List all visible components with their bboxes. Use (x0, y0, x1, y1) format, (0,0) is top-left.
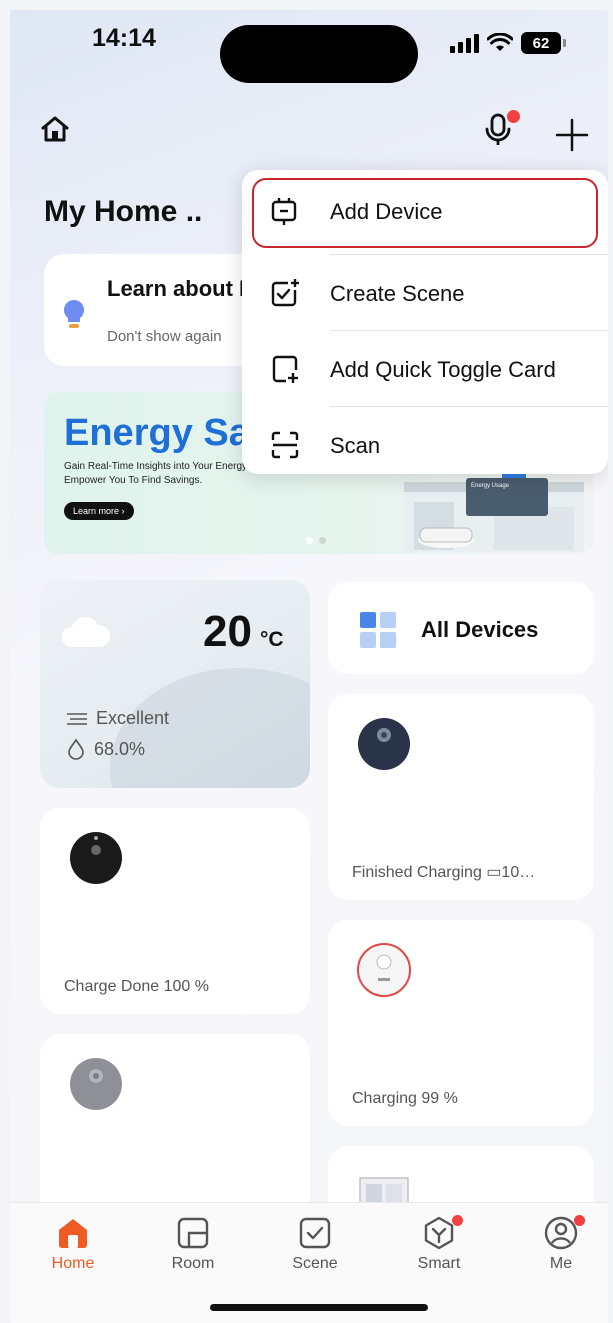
add-card-icon (272, 355, 298, 383)
tab-home[interactable]: Home (28, 1211, 118, 1273)
robot-vacuum-icon (70, 832, 122, 884)
home-tab-icon (59, 1219, 87, 1248)
lightbulb-icon (64, 300, 84, 328)
room-icon (177, 1217, 209, 1249)
menu-item-add-quick-toggle-card[interactable]: Add Quick Toggle Card (242, 332, 608, 408)
notification-dot (452, 1215, 463, 1226)
tab-smart[interactable]: Smart (394, 1211, 484, 1273)
temperature-unit: °C (260, 628, 284, 651)
add-menu: Add Device Create Scene Add Quick Toggle… (242, 170, 608, 474)
tab-scene[interactable]: Scene (270, 1211, 360, 1273)
device-status: Charging 99 % (352, 1090, 458, 1107)
robot-vacuum-icon (357, 943, 411, 997)
weather-card[interactable]: 20 °C Excellent 68.0% (40, 580, 310, 788)
profile-icon (544, 1216, 578, 1250)
menu-label: Scan (330, 433, 381, 458)
cloud-icon (62, 617, 110, 647)
dont-show-again-link[interactable]: Don't show again (107, 328, 222, 345)
tab-room[interactable]: Room (148, 1211, 238, 1273)
notification-dot (574, 1215, 585, 1226)
menu-item-add-device[interactable]: Add Device (242, 174, 608, 250)
robot-vacuum-icon (358, 718, 410, 770)
tab-label: Home (51, 1255, 95, 1272)
humidity-row: 68.0% (66, 738, 145, 760)
robot-vacuum-icon (70, 1058, 122, 1110)
scene-icon (299, 1217, 331, 1249)
menu-label: Add Device (330, 199, 443, 224)
dynamic-island (220, 25, 418, 83)
device-status: Charge Done 100 % (64, 978, 209, 995)
smart-icon (424, 1216, 454, 1250)
menu-divider (330, 330, 608, 331)
all-devices-label: All Devices (421, 617, 539, 642)
battery-indicator: 62 (521, 32, 566, 54)
temperature-value: 20 (203, 607, 252, 656)
menu-label: Add Quick Toggle Card (330, 357, 556, 382)
learn-more-button[interactable]: Learn more › (64, 502, 134, 520)
tab-label: Smart (417, 1255, 461, 1272)
plus-icon[interactable] (555, 118, 589, 152)
wifi-icon (487, 33, 513, 51)
notification-dot (507, 110, 520, 123)
menu-label: Create Scene (330, 281, 465, 306)
menu-divider (330, 254, 608, 255)
air-quality-icon (67, 712, 87, 725)
scan-icon (271, 431, 299, 459)
all-devices-card[interactable]: All Devices (328, 582, 594, 674)
app-screen: 14:14 62 My Home .. Learn about DIY (10, 10, 608, 1323)
tab-label: Room (171, 1255, 215, 1272)
device-card[interactable]: Charging 99 % (328, 920, 594, 1126)
droplet-icon (68, 738, 84, 760)
menu-divider (330, 406, 608, 407)
home-title[interactable]: My Home .. (44, 195, 202, 229)
home-switch-icon[interactable] (40, 115, 70, 143)
device-card[interactable]: Finished Charging ▭10… (328, 694, 594, 900)
menu-item-create-scene[interactable]: Create Scene (242, 256, 608, 332)
tab-me[interactable]: Me (516, 1211, 606, 1273)
home-indicator (210, 1304, 428, 1311)
tab-label: Scene (292, 1255, 338, 1272)
device-status: Finished Charging ▭10… (352, 864, 536, 881)
air-quality-row: Excellent (66, 708, 169, 729)
menu-item-scan[interactable]: Scan (242, 408, 608, 484)
grid-icon (360, 612, 396, 648)
carousel-dots (306, 537, 326, 544)
air-quality-label: Excellent (96, 708, 170, 728)
device-card[interactable]: Charge Done 100 % (40, 808, 310, 1014)
signal-icon (450, 33, 479, 53)
create-scene-icon (271, 279, 299, 307)
add-device-icon (271, 198, 297, 225)
status-icons: 62 (450, 32, 566, 54)
tab-label: Me (549, 1255, 573, 1272)
status-time: 14:14 (92, 24, 156, 52)
humidity-value: 68.0% (94, 738, 146, 759)
